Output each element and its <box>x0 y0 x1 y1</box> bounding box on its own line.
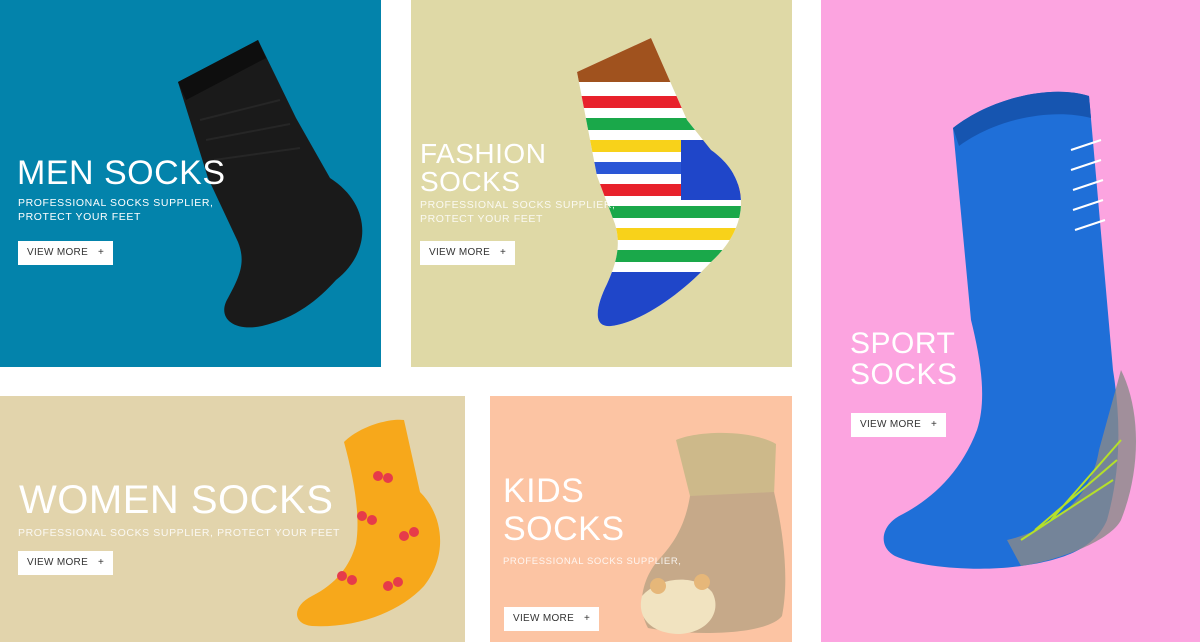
kids-socks-title-2: SOCKS <box>503 510 625 548</box>
view-more-label: VIEW MORE <box>513 613 575 624</box>
women-socks-tile[interactable]: WOMEN SOCKS PROFESSIONAL SOCKS SUPPLIER,… <box>0 396 465 642</box>
plus-icon: + <box>98 247 105 258</box>
men-view-more-button[interactable]: VIEW MORE + <box>18 241 114 265</box>
kids-socks-title-1: KIDS <box>503 472 585 510</box>
plus-icon: + <box>584 613 591 624</box>
fashion-socks-title-2: SOCKS <box>420 166 521 197</box>
sport-view-more-button[interactable]: VIEW MORE + <box>851 413 947 437</box>
fashion-socks-title-1: FASHION <box>420 138 547 169</box>
kids-socks-subtitle: PROFESSIONAL SOCKS SUPPLIER, <box>503 556 682 567</box>
fashion-socks-subtitle-1: PROFESSIONAL SOCKS SUPPLIER, <box>420 199 616 211</box>
view-more-label: VIEW MORE <box>429 247 491 258</box>
plus-icon: + <box>500 247 507 258</box>
men-socks-subtitle-2: PROTECT YOUR FEET <box>18 211 141 223</box>
view-more-label: VIEW MORE <box>860 419 922 430</box>
men-socks-title: MEN SOCKS <box>17 154 226 192</box>
men-socks-subtitle-1: PROFESSIONAL SOCKS SUPPLIER, <box>18 197 214 209</box>
plus-icon: + <box>98 557 105 568</box>
blue-sport-sock-image <box>883 91 1136 569</box>
fashion-socks-subtitle-2: PROTECT YOUR FEET <box>420 213 543 225</box>
view-more-label: VIEW MORE <box>27 247 89 258</box>
plus-icon: + <box>931 419 938 430</box>
view-more-label: VIEW MORE <box>27 557 89 568</box>
women-socks-subtitle: PROFESSIONAL SOCKS SUPPLIER, PROTECT YOU… <box>18 527 341 539</box>
men-socks-tile[interactable]: MEN SOCKS PROFESSIONAL SOCKS SUPPLIER, P… <box>0 0 381 367</box>
sport-socks-title-1: SPORT <box>850 327 956 360</box>
sport-socks-tile[interactable]: SPORT SOCKS VIEW MORE + <box>821 0 1200 642</box>
women-view-more-button[interactable]: VIEW MORE + <box>18 551 114 575</box>
sport-socks-title-2: SOCKS <box>850 358 958 391</box>
kids-view-more-button[interactable]: VIEW MORE + <box>504 607 600 631</box>
fashion-socks-tile[interactable]: FASHION SOCKS PROFESSIONAL SOCKS SUPPLIE… <box>411 0 792 367</box>
fashion-view-more-button[interactable]: VIEW MORE + <box>420 241 516 265</box>
women-socks-title: WOMEN SOCKS <box>19 478 334 522</box>
kids-socks-tile[interactable]: KIDS SOCKS PROFESSIONAL SOCKS SUPPLIER, … <box>490 396 792 642</box>
